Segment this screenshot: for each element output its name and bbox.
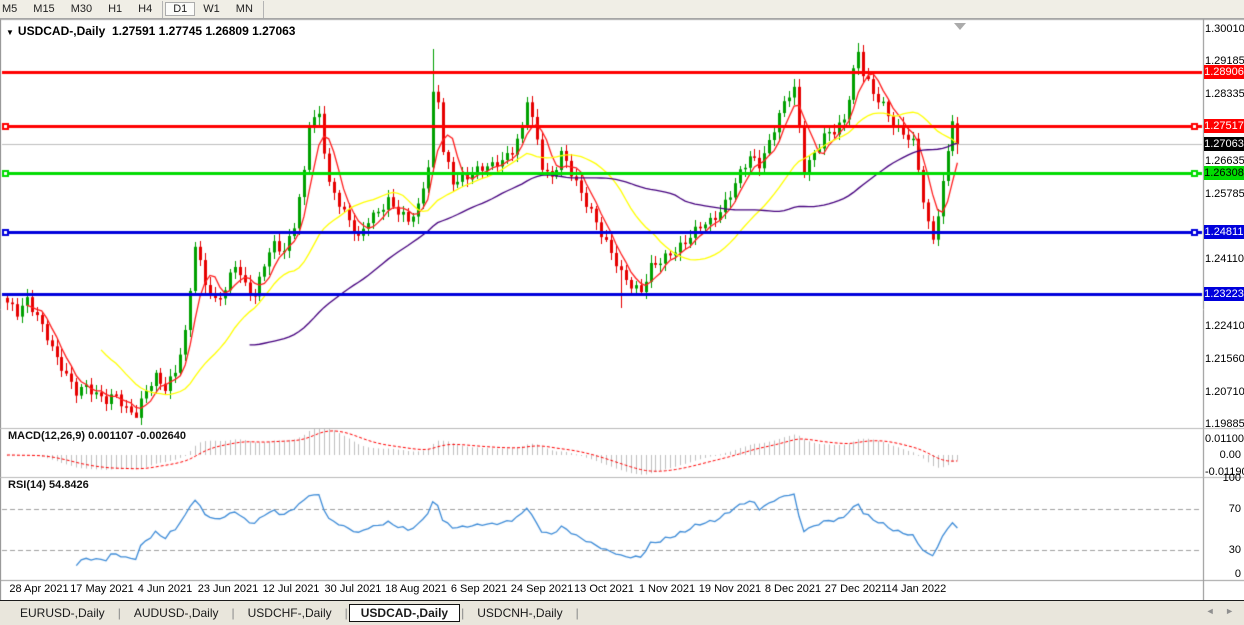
price-level-badge: 1.23223	[1204, 287, 1244, 301]
rsi-label: RSI(14) 54.8426	[8, 479, 89, 491]
chart-tab-audusd[interactable]: AUDUSD-,Daily	[122, 604, 231, 622]
chart-tab-usdchf[interactable]: USDCHF-,Daily	[236, 604, 344, 622]
price-axis-tick: 1.19885	[1205, 418, 1241, 430]
macd-name: MACD(12,26,9)	[8, 430, 85, 442]
timeframe-button-mn[interactable]: MN	[228, 2, 261, 16]
price-axis-tick: 1.22410	[1205, 320, 1241, 332]
timeframe-button-m30[interactable]: M30	[63, 2, 100, 16]
timeframe-button-h4[interactable]: H4	[130, 2, 160, 16]
timeframe-button-d1[interactable]: D1	[165, 2, 195, 16]
chart-tab-eurusd[interactable]: EURUSD-,Daily	[8, 604, 117, 622]
date-axis-label: 1 Nov 2021	[631, 583, 703, 595]
price-level-badge: 1.28906	[1204, 65, 1244, 79]
date-axis-label: 30 Jul 2021	[317, 583, 389, 595]
chart-ohlc-values: 1.27591 1.27745 1.26809 1.27063	[112, 24, 296, 38]
macd-axis-tick: 0.011009	[1205, 433, 1241, 445]
date-axis-label: 28 Apr 2021	[3, 583, 75, 595]
date-axis-label: 19 Nov 2021	[694, 583, 766, 595]
rsi-axis-tick: 100	[1205, 472, 1241, 484]
chart-canvas[interactable]	[0, 0, 1244, 600]
symbol-dropdown-icon[interactable]: ▼	[6, 28, 14, 37]
rsi-value: 54.8426	[49, 479, 89, 491]
macd-axis-tick: 0.00	[1205, 449, 1241, 461]
toolbar-separator	[263, 1, 264, 18]
price-level-badge: 1.26308	[1204, 166, 1244, 180]
timeframe-button-m5[interactable]: M5	[0, 2, 25, 16]
price-axis-tick: 1.21560	[1205, 353, 1241, 365]
trading-terminal-window: M5M15M30H1H4 D1W1MN ▼ USDCAD-,Daily 1.2759…	[0, 0, 1244, 625]
chart-tab-usdcnh[interactable]: USDCNH-,Daily	[465, 604, 574, 622]
date-axis-label: 18 Aug 2021	[380, 583, 452, 595]
chart-title: ▼ USDCAD-,Daily 1.27591 1.27745 1.26809 1…	[6, 24, 295, 38]
price-axis-tick: 1.20710	[1205, 386, 1241, 398]
date-axis-label: 13 Oct 2021	[568, 583, 640, 595]
chart-shift-icon[interactable]	[954, 23, 966, 30]
macd-values: 0.001107 -0.002640	[88, 430, 186, 442]
timeframe-toolbar: M5M15M30H1H4 D1W1MN	[0, 0, 1244, 19]
rsi-axis-tick: 0	[1205, 568, 1241, 580]
chart-symbol-label: USDCAD-,Daily	[18, 24, 105, 38]
toolbar-separator	[162, 1, 163, 18]
chart-tabs-bar: EURUSD-,Daily|AUDUSD-,Daily|USDCHF-,Dail…	[0, 600, 1244, 625]
price-level-badge: 1.24811	[1204, 225, 1244, 239]
date-axis-label: 6 Sep 2021	[443, 583, 515, 595]
chart-tab-usdcad[interactable]: USDCAD-,Daily	[349, 604, 460, 622]
scroll-left-icon[interactable]: ◄	[1202, 606, 1219, 616]
date-axis-label: 14 Jan 2022	[880, 583, 952, 595]
tab-separator: |	[575, 606, 580, 620]
macd-label: MACD(12,26,9) 0.001107 -0.002640	[8, 430, 186, 442]
current-price-badge: 1.27063	[1204, 137, 1244, 151]
tabbar-scroll: ◄ ►	[1202, 606, 1238, 616]
date-axis-label: 23 Jun 2021	[192, 583, 264, 595]
price-level-badge: 1.27517	[1204, 119, 1244, 133]
price-axis-tick: 1.24110	[1205, 253, 1241, 265]
timeframe-button-h1[interactable]: H1	[100, 2, 130, 16]
rsi-name: RSI(14)	[8, 479, 46, 491]
timeframe-button-w1[interactable]: W1	[195, 2, 228, 16]
scroll-right-icon[interactable]: ►	[1221, 606, 1238, 616]
price-axis-tick: 1.30010	[1205, 23, 1241, 35]
date-axis-label: 8 Dec 2021	[757, 583, 829, 595]
date-axis-label: 17 May 2021	[66, 583, 138, 595]
price-axis-tick: 1.25785	[1205, 188, 1241, 200]
rsi-axis-tick: 70	[1205, 503, 1241, 515]
price-axis-tick: 1.28335	[1205, 88, 1241, 100]
date-axis-label: 4 Jun 2021	[129, 583, 201, 595]
timeframe-button-m15[interactable]: M15	[25, 2, 62, 16]
rsi-axis-tick: 30	[1205, 544, 1241, 556]
price-axis-tick: 1.26635	[1205, 155, 1241, 167]
